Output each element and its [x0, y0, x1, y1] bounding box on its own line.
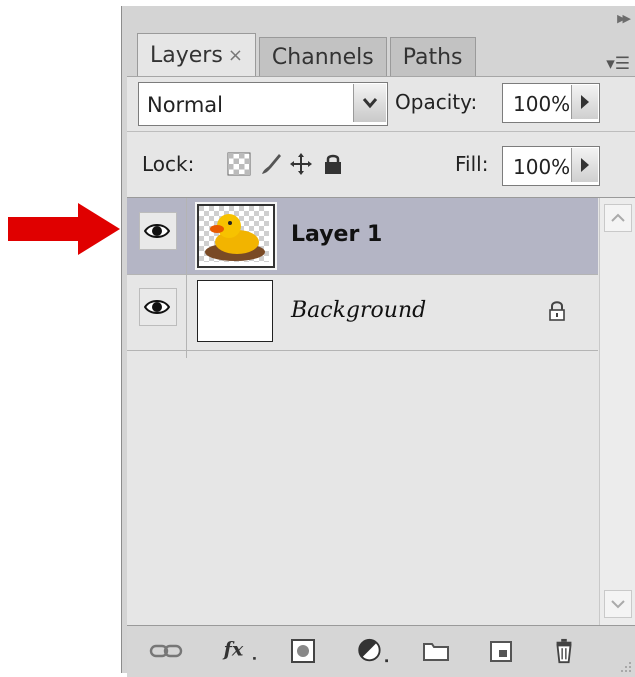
panel-bottom-toolbar: fx [127, 625, 635, 677]
fill-slider-arrow-icon[interactable] [571, 148, 598, 182]
layers-list: Layer 1 Background [127, 197, 635, 626]
right-arrow-icon [8, 203, 120, 255]
lock-all-icon[interactable] [321, 152, 345, 176]
layer-thumbnail[interactable] [197, 280, 273, 342]
tab-layers[interactable]: Layers × [137, 33, 256, 76]
tab-channels[interactable]: Channels [258, 37, 387, 76]
panel-tabs: Layers × Channels Paths [137, 32, 479, 76]
opacity-label: Opacity: [395, 90, 478, 114]
lock-image-icon[interactable] [259, 152, 283, 176]
layer-name[interactable]: Layer 1 [291, 222, 382, 247]
tab-layers-label: Layers [150, 42, 223, 68]
layer-row-background[interactable]: Background [127, 274, 598, 351]
opacity-value: 100% [513, 92, 571, 116]
tab-paths-label: Paths [402, 44, 463, 70]
new-layer-icon[interactable] [487, 638, 515, 664]
scroll-down-icon[interactable] [604, 590, 632, 618]
chevron-down-icon[interactable] [353, 84, 386, 122]
panel-content: Normal Opacity: 100% Lock: Fill: 100% La… [127, 76, 635, 677]
lock-icon [549, 301, 565, 321]
opacity-field[interactable]: 100% [502, 83, 600, 123]
fill-label: Fill: [455, 152, 489, 176]
blend-row: Normal Opacity: 100% [127, 77, 635, 131]
rubber-duck-icon [199, 206, 269, 262]
close-icon[interactable]: × [228, 45, 243, 66]
blend-mode-select[interactable]: Normal [138, 82, 388, 126]
fill-value: 100% [513, 155, 571, 179]
tab-paths[interactable]: Paths [389, 37, 476, 76]
lock-row: Lock: Fill: 100% [127, 131, 635, 198]
lock-transparent-icon[interactable] [227, 152, 251, 176]
scroll-up-icon[interactable] [604, 204, 632, 232]
blend-mode-value: Normal [147, 93, 223, 117]
lock-position-icon[interactable] [289, 152, 313, 176]
add-mask-icon[interactable] [289, 638, 317, 664]
group-folder-icon[interactable] [421, 638, 451, 664]
eye-column-divider [127, 198, 187, 358]
panel-menu-icon[interactable]: ▾☰ [606, 54, 630, 74]
lock-label: Lock: [142, 152, 195, 176]
opacity-slider-arrow-icon[interactable] [571, 85, 598, 119]
collapse-icon[interactable]: ▶▶ [617, 12, 631, 25]
layer-name[interactable]: Background [291, 298, 426, 323]
panel-titlebar[interactable]: ▶▶ [122, 6, 635, 32]
trash-icon[interactable] [551, 638, 577, 664]
resize-grip-icon[interactable] [620, 661, 632, 673]
link-layers-icon[interactable] [149, 638, 183, 664]
svg-text:fx: fx [222, 638, 244, 660]
layers-panel: ▶▶ Layers × Channels Paths ▾☰ Normal Opa… [121, 6, 635, 677]
tab-channels-label: Channels [271, 44, 374, 70]
fill-field[interactable]: 100% [502, 146, 600, 186]
layer-row-layer-1[interactable]: Layer 1 [127, 198, 598, 275]
fx-icon[interactable]: fx [219, 638, 263, 664]
adjustment-layer-icon[interactable] [355, 638, 395, 664]
scrollbar[interactable] [599, 198, 635, 626]
layer-thumbnail[interactable] [195, 202, 277, 270]
